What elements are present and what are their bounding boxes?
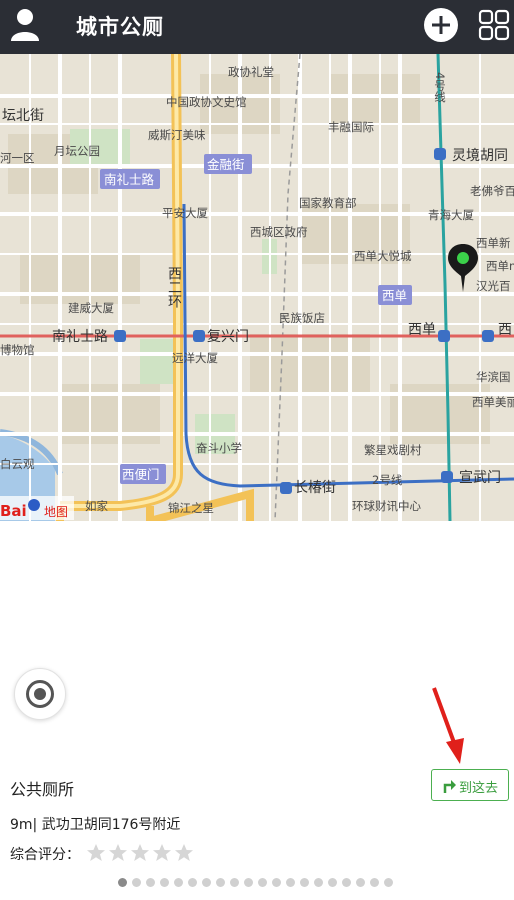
map-label: 西单大悦城 bbox=[354, 249, 412, 263]
page-dot[interactable] bbox=[272, 878, 281, 887]
navigate-label: 到这去 bbox=[459, 781, 499, 796]
add-button[interactable] bbox=[424, 8, 458, 42]
map-label: 西单 bbox=[408, 322, 436, 338]
map-label: 奋斗小学 bbox=[196, 441, 242, 455]
map-label: 国家教育部 bbox=[299, 196, 357, 210]
map-label: 繁星戏剧村 bbox=[364, 443, 422, 457]
page-dot[interactable] bbox=[370, 878, 379, 887]
map-label: 西单m bbox=[486, 259, 514, 273]
grid-icon bbox=[478, 9, 510, 41]
baidu-logo-text: 地图 bbox=[44, 505, 68, 519]
map-label: 如家 bbox=[85, 499, 108, 513]
star-rating bbox=[86, 843, 196, 865]
page-dot[interactable] bbox=[132, 878, 141, 887]
grid-menu-button[interactable] bbox=[478, 9, 510, 41]
page-dot[interactable] bbox=[342, 878, 351, 887]
plus-icon bbox=[432, 16, 450, 34]
red-arrow-annotation bbox=[432, 687, 464, 764]
map-label: 西单新 bbox=[476, 236, 511, 250]
page-dot[interactable] bbox=[230, 878, 239, 887]
map-label: 坛北街 bbox=[2, 108, 44, 124]
map-label: 宣武门 bbox=[459, 470, 501, 486]
map-label: 老佛爷百 bbox=[470, 184, 514, 198]
map-label: 2号线 bbox=[372, 473, 403, 487]
page-dot[interactable] bbox=[328, 878, 337, 887]
page-dot[interactable] bbox=[244, 878, 253, 887]
map-label: 丰融国际 bbox=[328, 120, 374, 134]
page-dot[interactable] bbox=[188, 878, 197, 887]
map-label: 西单 bbox=[382, 288, 407, 303]
map-label: 南礼士路 bbox=[52, 329, 108, 345]
navigate-button[interactable]: 到这去 bbox=[431, 769, 509, 801]
page-dot[interactable] bbox=[384, 878, 393, 887]
page-dot[interactable] bbox=[356, 878, 365, 887]
map-label: 灵境胡同 bbox=[452, 148, 508, 164]
map-label: 民族饭店 bbox=[279, 311, 325, 325]
page-dot[interactable] bbox=[202, 878, 211, 887]
page-dot[interactable] bbox=[300, 878, 309, 887]
page-dot[interactable] bbox=[258, 878, 267, 887]
place-name: 公共厕所 bbox=[10, 780, 75, 799]
map-label: 4号线 bbox=[433, 72, 447, 102]
star-icon bbox=[131, 844, 149, 861]
map-label: 华滨国 bbox=[476, 370, 511, 384]
map-label: 复兴门 bbox=[207, 328, 249, 345]
map-label: 建威大厦 bbox=[68, 301, 114, 315]
map-label: 长椿街 bbox=[294, 480, 336, 496]
map-label: 环球财讯中心 bbox=[352, 499, 421, 513]
page-dot[interactable] bbox=[146, 878, 155, 887]
map-view[interactable]: Bai 地图 坛北街 河一区 月坛公园 南礼士路 政协礼堂 中国政协文史馆 威斯… bbox=[0, 54, 514, 521]
baidu-logo: Bai bbox=[0, 502, 27, 520]
star-icon bbox=[109, 844, 127, 861]
page-title: 城市公厕 bbox=[76, 15, 164, 39]
map-label: 威斯汀美味 bbox=[148, 128, 206, 142]
map-label: 南礼士路 bbox=[104, 172, 155, 187]
page-dot[interactable] bbox=[160, 878, 169, 887]
map-label: 白云观 bbox=[0, 457, 35, 471]
target-dot bbox=[34, 688, 46, 700]
map-label: 青海大厦 bbox=[428, 208, 474, 222]
map-label: 西单美丽 bbox=[472, 395, 514, 409]
locate-button[interactable] bbox=[14, 668, 66, 720]
app-screen: 城市公厕 Bai 地图 坛北街 河一区 月坛公园 南礼士路 政协礼堂 中国政协文… bbox=[0, 0, 514, 900]
map-label: 河一区 bbox=[0, 151, 35, 165]
map-label: 金融街 bbox=[207, 157, 245, 172]
rating-label: 综合评分： bbox=[10, 847, 80, 863]
place-address: 9m| 武功卫胡同176号附近 bbox=[10, 817, 181, 833]
map-label: 政协礼堂 bbox=[228, 65, 274, 79]
map-label: 中国政协文史馆 bbox=[166, 95, 247, 109]
page-dot[interactable] bbox=[118, 878, 127, 887]
header-bar: 城市公厕 bbox=[0, 0, 514, 54]
map-label: 西 bbox=[498, 322, 512, 338]
map-label: 远洋大厦 bbox=[172, 351, 218, 365]
map-label: 平安大厦 bbox=[162, 206, 208, 220]
user-avatar-icon[interactable] bbox=[10, 8, 40, 42]
route-turn-icon bbox=[443, 780, 456, 793]
map-label: 汉光百 bbox=[476, 279, 511, 293]
star-icon bbox=[175, 844, 193, 861]
map-label: 西城区政府 bbox=[250, 225, 308, 239]
map-label: 月坛公园 bbox=[54, 144, 100, 158]
map-label: 博物馆 bbox=[0, 343, 35, 357]
page-dot[interactable] bbox=[314, 878, 323, 887]
page-dot[interactable] bbox=[286, 878, 295, 887]
star-icon bbox=[153, 844, 171, 861]
page-dot[interactable] bbox=[216, 878, 225, 887]
map-label: 西二环 bbox=[166, 266, 182, 308]
star-icon bbox=[87, 844, 105, 861]
map-label: 锦江之星 bbox=[168, 501, 214, 515]
page-dot[interactable] bbox=[174, 878, 183, 887]
map-label: 西便门 bbox=[122, 467, 160, 482]
